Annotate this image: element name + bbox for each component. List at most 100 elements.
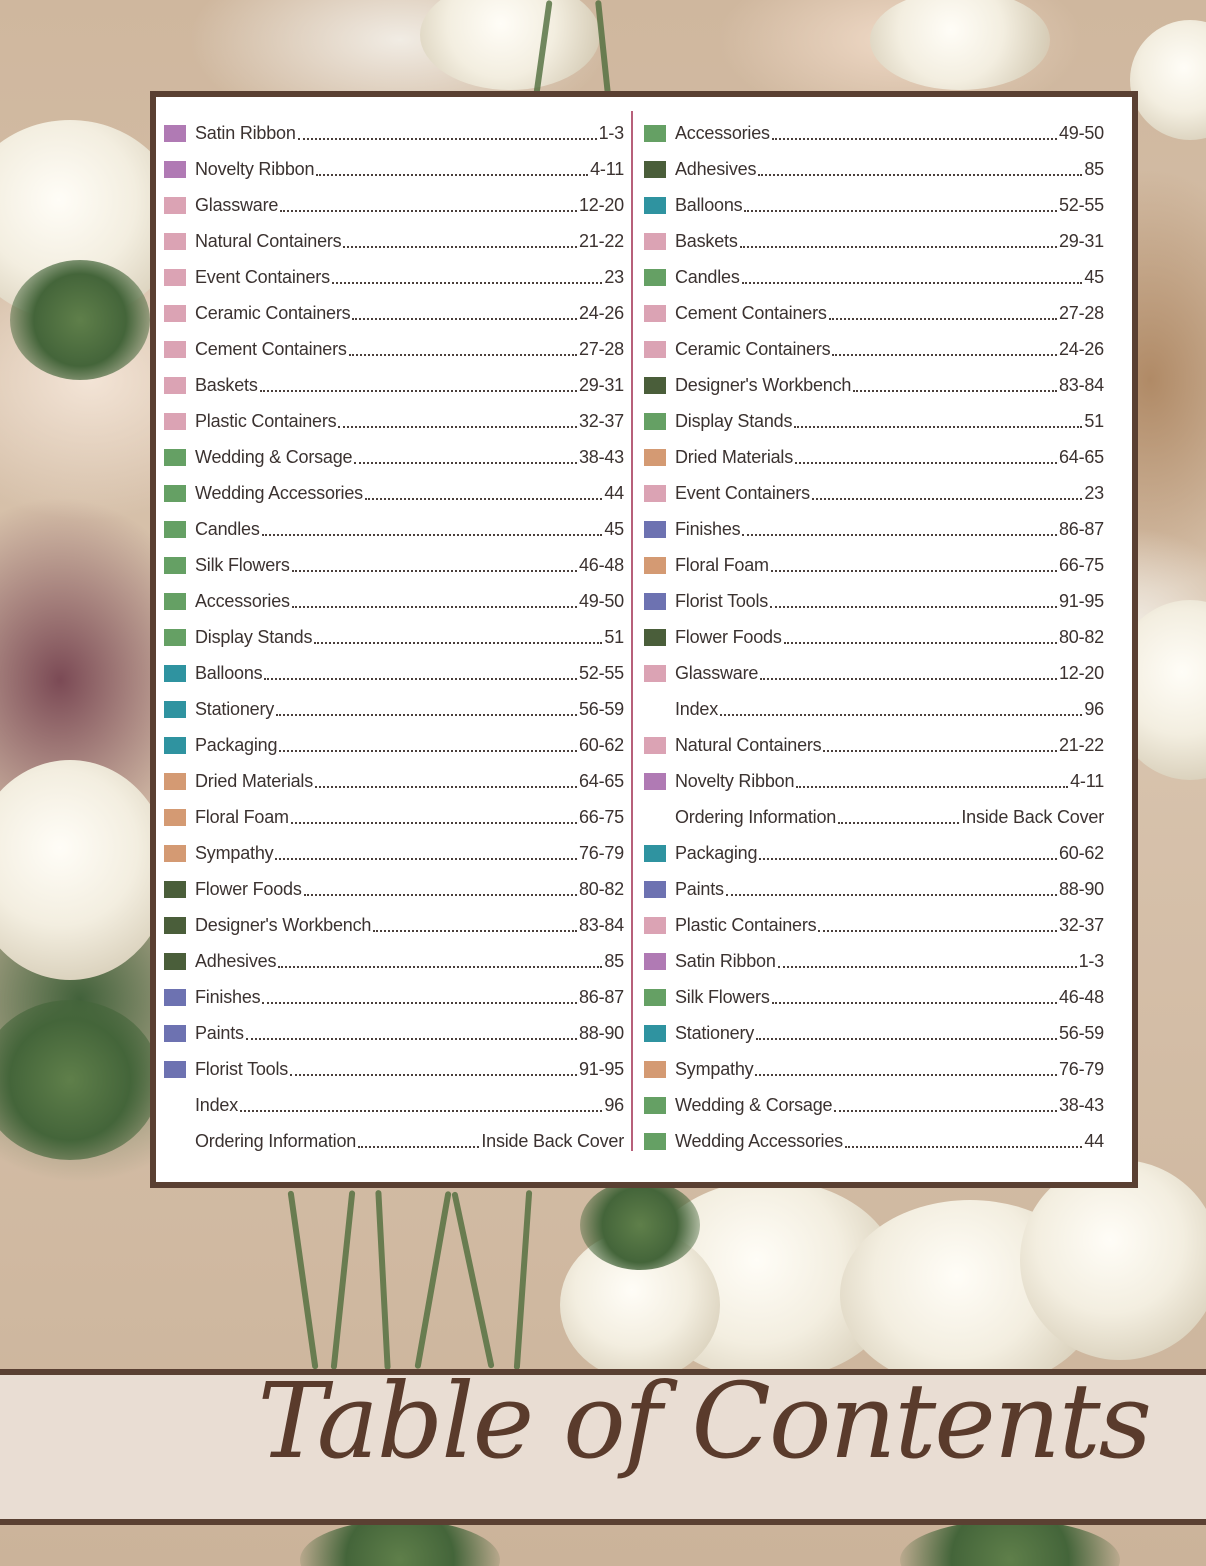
toc-entry[interactable]: Floral Foam 66-75 <box>644 547 1104 583</box>
toc-entry[interactable]: Ceramic Containers 24-26 <box>644 331 1104 367</box>
toc-entry[interactable]: Dried Materials 64-65 <box>644 439 1104 475</box>
toc-entry-label: Event Containers <box>195 266 330 287</box>
toc-entry[interactable]: Natural Containers 21-22 <box>644 727 1104 763</box>
section-color-swatch <box>644 268 666 286</box>
toc-entry-pages: 1-3 <box>598 122 625 143</box>
toc-entry[interactable]: Candles 45 <box>164 511 624 547</box>
toc-entry[interactable]: Index 96 <box>164 1087 624 1123</box>
toc-entry[interactable]: Packaging 60-62 <box>164 727 624 763</box>
toc-entry[interactable]: Silk Flowers 46-48 <box>644 979 1104 1015</box>
toc-entry-label: Candles <box>675 266 740 287</box>
section-color-swatch <box>164 772 186 790</box>
toc-entry[interactable]: Ordering Information Inside Back Cover <box>164 1123 624 1159</box>
toc-entry[interactable]: Packaging 60-62 <box>644 835 1104 871</box>
toc-entry-label: Wedding Accessories <box>195 482 363 503</box>
toc-entry[interactable]: Balloons 52-55 <box>644 187 1104 223</box>
toc-entry[interactable]: Display Stands 51 <box>164 619 624 655</box>
toc-entry[interactable]: Plastic Containers 32-37 <box>164 403 624 439</box>
dot-leader <box>811 480 1083 500</box>
toc-entry-pages: 4-11 <box>590 158 624 179</box>
toc-entry[interactable]: Accessories 49-50 <box>644 115 1104 151</box>
toc-entry[interactable]: Designer's Workbench 83-84 <box>164 907 624 943</box>
toc-entry[interactable]: Ceramic Containers 24-26 <box>164 295 624 331</box>
section-color-swatch <box>164 304 186 322</box>
toc-entry-label: Ceramic Containers <box>675 338 831 359</box>
dot-leader <box>755 1056 1057 1076</box>
toc-entry-pages: 66-75 <box>578 806 624 827</box>
toc-entry[interactable]: Cement Containers 27-28 <box>164 331 624 367</box>
toc-entry-pages: 86-87 <box>1058 518 1104 539</box>
toc-entry[interactable]: Baskets 29-31 <box>164 367 624 403</box>
toc-entry-label: Sympathy <box>195 842 274 863</box>
section-color-swatch <box>644 628 666 646</box>
toc-entry[interactable]: Stationery 56-59 <box>644 1015 1104 1051</box>
toc-entry-pages: 56-59 <box>578 698 624 719</box>
toc-entry[interactable]: Candles 45 <box>644 259 1104 295</box>
toc-entry[interactable]: Finishes 86-87 <box>164 979 624 1015</box>
toc-entry[interactable]: Display Stands 51 <box>644 403 1104 439</box>
toc-entry[interactable]: Floral Foam 66-75 <box>164 799 624 835</box>
toc-entry[interactable]: Florist Tools 91-95 <box>164 1051 624 1087</box>
toc-entry[interactable]: Satin Ribbon 1-3 <box>644 943 1104 979</box>
dot-leader <box>756 1020 1057 1040</box>
toc-entry[interactable]: Silk Flowers 46-48 <box>164 547 624 583</box>
section-color-swatch <box>644 844 666 862</box>
toc-entry-label: Finishes <box>195 986 261 1007</box>
toc-entry[interactable]: Plastic Containers 32-37 <box>644 907 1104 943</box>
toc-entry[interactable]: Adhesives 85 <box>644 151 1104 187</box>
toc-entry[interactable]: Novelty Ribbon 4-11 <box>164 151 624 187</box>
toc-entry-pages: 38-43 <box>1058 1094 1104 1115</box>
toc-entry[interactable]: Satin Ribbon 1-3 <box>164 115 624 151</box>
toc-entry[interactable]: Index 96 <box>644 691 1104 727</box>
toc-entry[interactable]: Paints 88-90 <box>164 1015 624 1051</box>
toc-entry[interactable]: Dried Materials 64-65 <box>164 763 624 799</box>
section-color-swatch <box>644 160 666 178</box>
toc-entry[interactable]: Adhesives 85 <box>164 943 624 979</box>
dot-leader <box>297 120 597 140</box>
toc-entry[interactable]: Wedding & Corsage 38-43 <box>644 1087 1104 1123</box>
toc-entry[interactable]: Event Containers 23 <box>644 475 1104 511</box>
toc-entry-label: Accessories <box>195 590 290 611</box>
dot-leader <box>771 984 1057 1004</box>
column-divider <box>631 111 633 1151</box>
toc-entry[interactable]: Wedding & Corsage 38-43 <box>164 439 624 475</box>
contents-column-right: Accessories 49-50 Adhesives 85 Balloons 52-55… <box>644 115 1104 1159</box>
section-color-swatch <box>164 664 186 682</box>
toc-entry[interactable]: Paints 88-90 <box>644 871 1104 907</box>
toc-entry[interactable]: Glassware 12-20 <box>644 655 1104 691</box>
dot-leader <box>348 336 577 356</box>
toc-entry[interactable]: Baskets 29-31 <box>644 223 1104 259</box>
toc-entry[interactable]: Florist Tools 91-95 <box>644 583 1104 619</box>
toc-entry[interactable]: Novelty Ribbon 4-11 <box>644 763 1104 799</box>
toc-entry-pages: 49-50 <box>1058 122 1104 143</box>
toc-entry[interactable]: Cement Containers 27-28 <box>644 295 1104 331</box>
dot-leader <box>261 516 603 536</box>
toc-entry[interactable]: Stationery 56-59 <box>164 691 624 727</box>
toc-entry-label: Novelty Ribbon <box>675 770 795 791</box>
toc-entry[interactable]: Designer's Workbench 83-84 <box>644 367 1104 403</box>
toc-entry-label: Glassware <box>195 194 279 215</box>
toc-entry[interactable]: Wedding Accessories 44 <box>644 1123 1104 1159</box>
toc-entry-pages: 27-28 <box>578 338 624 359</box>
toc-entry-label: Baskets <box>675 230 738 251</box>
toc-entry[interactable]: Flower Foods 80-82 <box>164 871 624 907</box>
toc-entry[interactable]: Accessories 49-50 <box>164 583 624 619</box>
toc-entry-pages: 45 <box>604 518 624 539</box>
toc-entry-label: Novelty Ribbon <box>195 158 315 179</box>
toc-entry[interactable]: Flower Foods 80-82 <box>644 619 1104 655</box>
toc-entry[interactable]: Finishes 86-87 <box>644 511 1104 547</box>
toc-entry[interactable]: Balloons 52-55 <box>164 655 624 691</box>
toc-entry-pages: 64-65 <box>1058 446 1104 467</box>
toc-entry[interactable]: Natural Containers 21-22 <box>164 223 624 259</box>
toc-entry[interactable]: Sympathy 76-79 <box>644 1051 1104 1087</box>
toc-entry[interactable]: Ordering Information Inside Back Cover <box>644 799 1104 835</box>
toc-entry[interactable]: Wedding Accessories 44 <box>164 475 624 511</box>
toc-entry[interactable]: Sympathy 76-79 <box>164 835 624 871</box>
dot-leader <box>823 732 1057 752</box>
toc-entry-label: Silk Flowers <box>675 986 770 1007</box>
toc-entry[interactable]: Glassware 12-20 <box>164 187 624 223</box>
toc-entry-pages: 24-26 <box>578 302 624 323</box>
section-color-swatch <box>164 556 186 574</box>
toc-entry-label: Ordering Information <box>195 1130 357 1151</box>
toc-entry[interactable]: Event Containers 23 <box>164 259 624 295</box>
